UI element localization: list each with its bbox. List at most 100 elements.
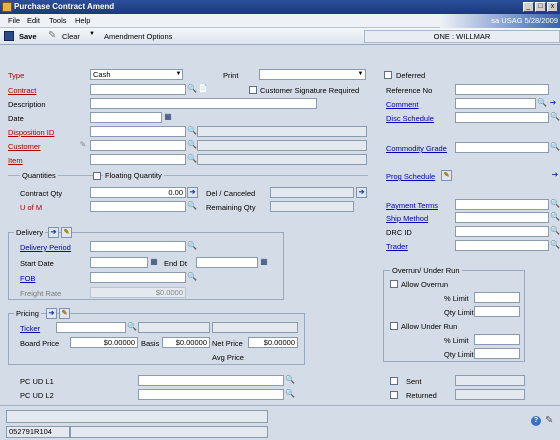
print-chevron-down-icon[interactable]: ▼ — [356, 70, 365, 79]
disposition-lookup-icon[interactable]: 🔍 — [187, 126, 197, 137]
customer-lookup-icon[interactable]: 🔍 — [187, 140, 197, 151]
disc-schedule-input[interactable] — [455, 112, 549, 123]
disposition-id-link[interactable]: Disposition ID — [8, 128, 54, 137]
customer-link[interactable]: Customer — [8, 142, 41, 151]
contract-note-icon[interactable]: 📄 — [198, 84, 208, 95]
description-input[interactable] — [90, 98, 317, 109]
commodity-grade-lookup-icon[interactable]: 🔍 — [550, 142, 560, 153]
delivery-period-lookup-icon[interactable]: 🔍 — [187, 241, 197, 252]
end-dt-input[interactable] — [196, 257, 258, 268]
item-input[interactable] — [90, 154, 186, 165]
customer-input[interactable] — [90, 140, 186, 151]
comment-input[interactable] — [455, 98, 536, 109]
allow-underrun-checkbox[interactable] — [390, 322, 398, 330]
pc-ud-l2-lookup-icon[interactable]: 🔍 — [285, 389, 295, 400]
uom-lookup-icon[interactable]: 🔍 — [187, 201, 197, 212]
menu-edit[interactable]: Edit — [27, 16, 40, 25]
prog-schedule-link[interactable]: Prog Schedule — [386, 172, 435, 181]
delivery-period-input[interactable] — [90, 241, 186, 252]
net-price-input[interactable]: $0.00000 — [248, 337, 298, 348]
commodity-grade-input[interactable] — [455, 142, 549, 153]
delivery-arrow-icon[interactable]: ➔ — [48, 227, 59, 238]
del-canceled-arrow-icon[interactable]: ➔ — [356, 187, 367, 198]
ship-method-link[interactable]: Ship Method — [386, 214, 428, 223]
delivery-edit-icon[interactable]: ✎ — [61, 227, 72, 238]
uom-input[interactable] — [90, 201, 186, 212]
comment-link[interactable]: Comment — [386, 100, 419, 109]
underrun-qty-limit-input[interactable] — [474, 348, 520, 359]
maximize-button[interactable]: □ — [535, 2, 546, 12]
prog-schedule-arrow-icon[interactable]: ➔ — [550, 170, 560, 181]
contract-input[interactable] — [90, 84, 186, 95]
start-date-input[interactable] — [90, 257, 148, 268]
commodity-grade-link[interactable]: Commodity Grade — [386, 144, 447, 153]
trader-input[interactable] — [455, 240, 549, 251]
fob-link[interactable]: FOB — [20, 274, 35, 283]
end-dt-calendar-icon[interactable]: ▦ — [259, 257, 269, 268]
ship-method-input[interactable] — [455, 212, 549, 223]
menu-tools[interactable]: Tools — [49, 16, 67, 25]
contract-lookup-icon[interactable]: 🔍 — [187, 84, 197, 95]
item-link[interactable]: Item — [8, 156, 23, 165]
delivery-period-link[interactable]: Delivery Period — [20, 243, 71, 252]
type-chevron-down-icon[interactable]: ▼ — [174, 70, 183, 79]
returned-checkbox[interactable] — [390, 391, 398, 399]
customer-signature-checkbox[interactable] — [249, 86, 257, 94]
customer-pencil-icon[interactable]: ✎ — [78, 140, 88, 151]
basis-label: Basis — [141, 339, 160, 348]
item-lookup-icon[interactable]: 🔍 — [187, 154, 197, 165]
deferred-checkbox[interactable] — [384, 71, 392, 79]
floating-quantity-checkbox[interactable] — [93, 172, 101, 180]
fob-input[interactable] — [90, 272, 186, 283]
menu-help[interactable]: Help — [75, 16, 90, 25]
pc-ud-l2-input[interactable] — [138, 389, 284, 400]
type-select[interactable]: Cash — [90, 69, 183, 80]
overrun-pct-limit-input[interactable] — [474, 292, 520, 303]
start-date-calendar-icon[interactable]: ▦ — [149, 257, 159, 268]
help-icon[interactable]: ? — [531, 416, 541, 426]
pricing-edit-icon[interactable]: ✎ — [59, 308, 70, 319]
pc-ud-l1-input[interactable] — [138, 375, 284, 386]
trader-link[interactable]: Trader — [386, 242, 408, 251]
calendar-icon[interactable]: ▦ — [163, 112, 173, 123]
ticker-link[interactable]: Ticker — [20, 324, 40, 333]
payment-terms-input[interactable] — [455, 199, 549, 210]
prog-schedule-edit-icon[interactable]: ✎ — [441, 170, 452, 181]
contract-qty-input[interactable]: 0.00 — [90, 187, 186, 198]
overrun-qty-limit-input[interactable] — [474, 306, 520, 317]
underrun-pct-limit-input[interactable] — [474, 334, 520, 345]
drc-id-input[interactable] — [455, 226, 549, 237]
contract-link[interactable]: Contract — [8, 86, 36, 95]
disc-schedule-lookup-icon[interactable]: 🔍 — [550, 112, 560, 123]
trader-lookup-icon[interactable]: 🔍 — [550, 240, 560, 251]
date-input[interactable] — [90, 112, 162, 123]
reference-no-input[interactable] — [455, 84, 549, 95]
sent-checkbox[interactable] — [390, 377, 398, 385]
amendment-options-button[interactable]: Amendment Options — [104, 32, 172, 41]
menu-file[interactable]: File — [8, 16, 20, 25]
drc-id-lookup-icon[interactable]: 🔍 — [550, 226, 560, 237]
note-icon[interactable]: ✎ — [545, 415, 553, 426]
minimize-button[interactable]: _ — [523, 2, 534, 12]
ticker-lookup-icon[interactable]: 🔍 — [127, 322, 137, 333]
payment-terms-link[interactable]: Payment Terms — [386, 201, 438, 210]
payment-terms-lookup-icon[interactable]: 🔍 — [550, 199, 560, 210]
print-select[interactable] — [259, 69, 366, 80]
pricing-arrow-icon[interactable]: ➔ — [46, 308, 57, 319]
comment-lookup-icon[interactable]: 🔍 — [537, 98, 547, 109]
disc-schedule-link[interactable]: Disc Schedule — [386, 114, 434, 123]
fob-lookup-icon[interactable]: 🔍 — [187, 272, 197, 283]
contract-qty-arrow-icon[interactable]: ➔ — [187, 187, 198, 198]
ship-method-lookup-icon[interactable]: 🔍 — [550, 212, 560, 223]
disposition-id-input[interactable] — [90, 126, 186, 137]
allow-overrun-checkbox[interactable] — [390, 280, 398, 288]
comment-arrow-icon[interactable]: ➔ — [548, 98, 558, 109]
close-button[interactable]: x — [547, 2, 558, 12]
board-price-input[interactable]: $0.00000 — [70, 337, 138, 348]
pc-ud-l1-lookup-icon[interactable]: 🔍 — [285, 375, 295, 386]
basis-input[interactable]: $0.00000 — [162, 337, 210, 348]
save-button[interactable]: Save — [19, 32, 37, 41]
ticker-input[interactable] — [56, 322, 126, 333]
clear-button[interactable]: Clear — [62, 32, 80, 41]
dropdown-arrow-icon[interactable]: ▼ — [89, 31, 95, 37]
